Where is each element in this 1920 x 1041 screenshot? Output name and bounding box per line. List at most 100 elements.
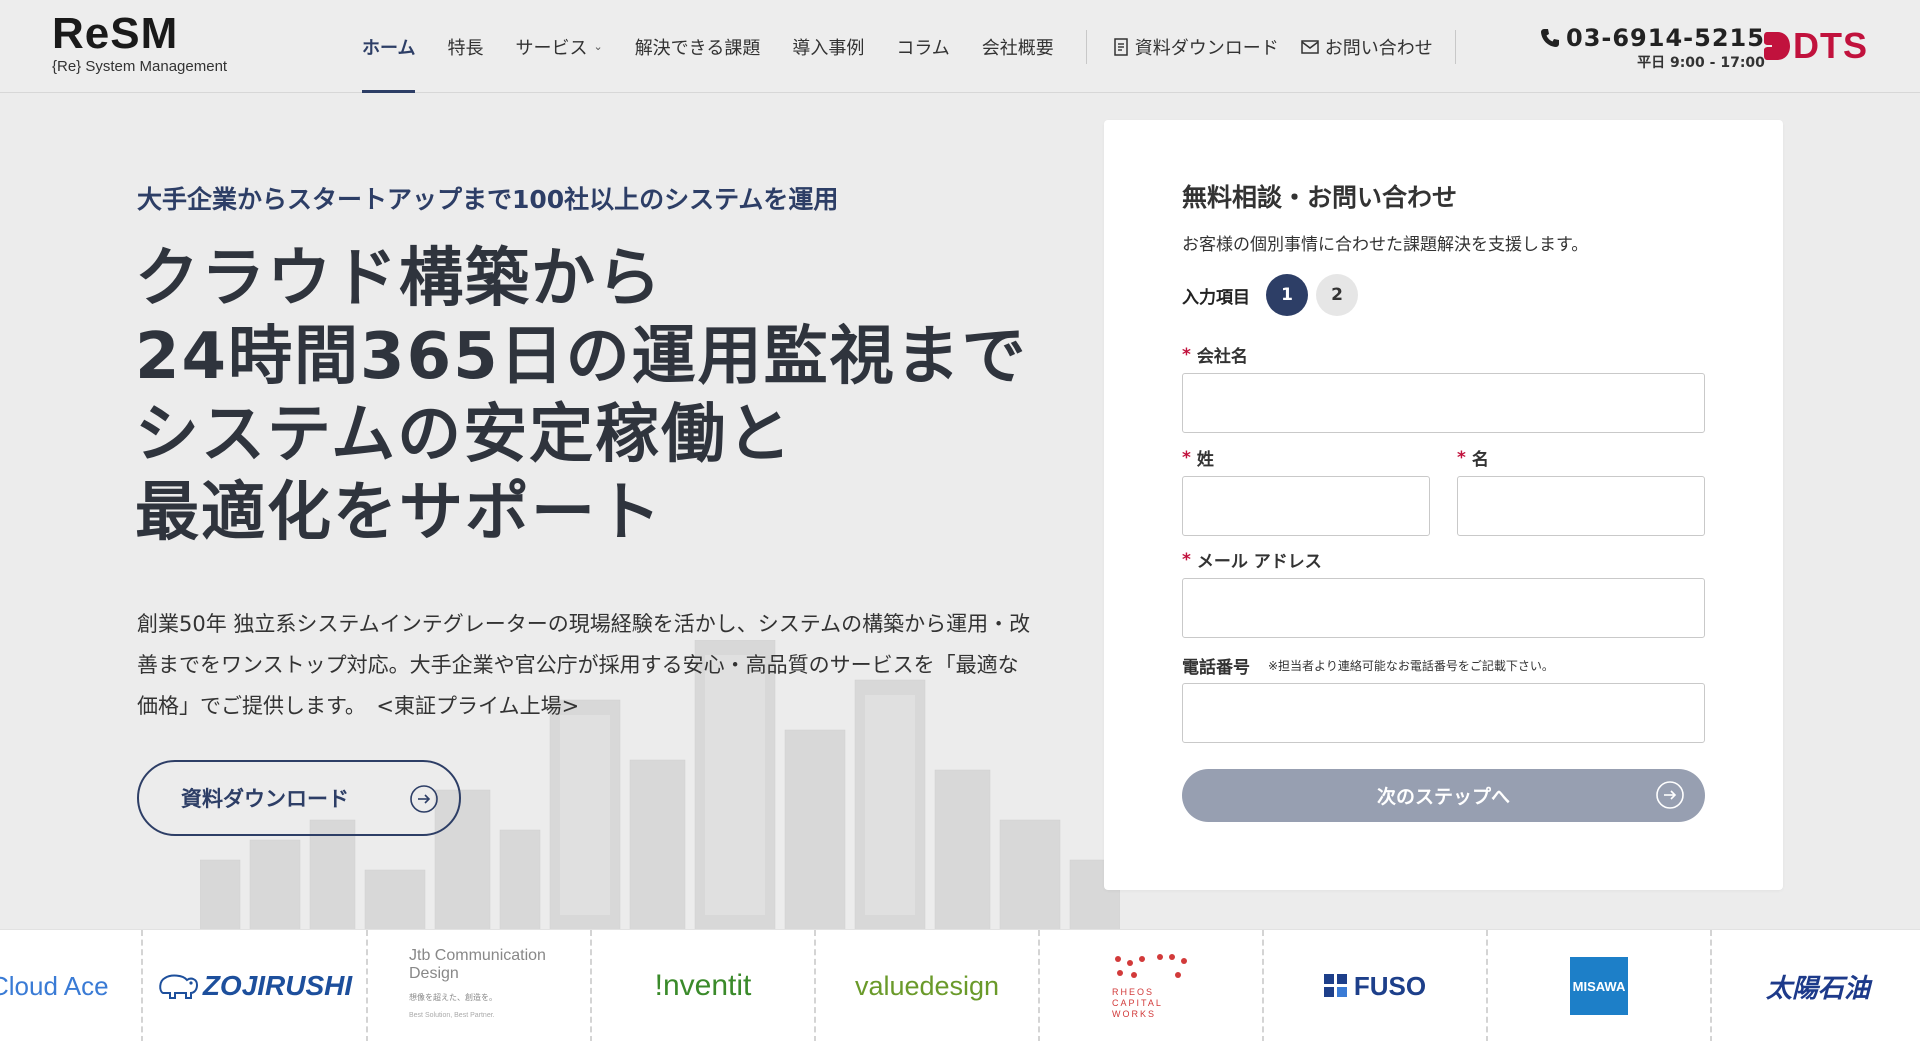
nav-label: 解決できる課題 [634, 37, 761, 59]
hero-eyebrow: 大手企業からスタートアップまで100社以上のシステムを運用 [137, 185, 839, 214]
client-tagline: Best Solution, Best Partner. [409, 1012, 495, 1019]
phone-number-text: 03-6914-5215 [1566, 24, 1765, 52]
dts-logo[interactable]: DTS [1763, 28, 1868, 64]
logo-tagline: {Re} System Management [52, 58, 228, 75]
headline-line: クラウド構築から [135, 242, 663, 316]
logo-wordmark: ReSM [52, 9, 179, 58]
headline-line: 最適化をサポート [135, 476, 663, 550]
nav-label: サービス [515, 37, 588, 59]
client-logo-taiyo-oil: 太陽石油 [1712, 930, 1920, 1041]
form-step-indicator: 入力項目 1 2 [1182, 274, 1366, 316]
last-name-input[interactable] [1182, 476, 1430, 536]
client-name: MISAWA [1572, 978, 1626, 994]
fuso-mark-icon [1323, 974, 1347, 997]
required-mark: * [1182, 447, 1191, 468]
arrow-circle-right-icon [1656, 781, 1684, 809]
resm-logo[interactable]: ReSM {Re} System Management [52, 9, 228, 76]
client-name: RHEOS CAPITAL WORKS [1112, 986, 1163, 1019]
step-2: 2 [1316, 274, 1358, 316]
hero-headline: クラウド構築から 24時間365日の運用監視まで システムの安定稼働と 最適化を… [135, 240, 1028, 552]
hero-description: 創業50年 独立系システムインテグレーターの現場経験を活かし、システムの構築から… [137, 612, 1031, 718]
nav-label: 導入事例 [792, 37, 865, 59]
document-icon [1114, 37, 1128, 56]
form-lead: お客様の個別事情に合わせた課題解決を支援します。 [1182, 235, 1589, 255]
company-input[interactable] [1182, 373, 1705, 433]
dts-wordmark: DTS [1793, 25, 1868, 66]
dts-mark-icon [1764, 32, 1790, 60]
label-text: 名 [1471, 450, 1489, 470]
elephant-logo-icon [159, 974, 198, 999]
steps-label: 入力項目 [1182, 287, 1250, 308]
nav-label: コラム [896, 37, 950, 59]
mail-icon [1301, 39, 1319, 54]
nav-item-case-studies[interactable]: 導入事例 [792, 0, 864, 93]
email-input[interactable] [1182, 578, 1705, 638]
contact-form-card: 無料相談・お問い合わせ お客様の個別事情に合わせた課題解決を支援します。 入力項… [1104, 120, 1783, 890]
arrow-circle-right-icon [410, 785, 438, 813]
label-text: 電話番号 [1182, 658, 1250, 678]
nav-item-features[interactable]: 特長 [447, 0, 483, 93]
contact-link-label: お問い合わせ [1324, 37, 1433, 59]
client-logo-cloudace: Cloud Ace [0, 930, 143, 1041]
nav-label: 特長 [447, 37, 484, 59]
first-name-input[interactable] [1457, 476, 1705, 536]
nav-divider [1454, 29, 1456, 64]
headline-line: システムの安定稼働と [135, 398, 794, 472]
client-logo-inventit: !nventit [592, 930, 816, 1041]
phone-number: 03-6914-5215 [1540, 24, 1765, 52]
download-cta-label: 資料ダウンロード [181, 787, 349, 811]
email-field-label: * メール アドレス [1182, 547, 1322, 573]
last-name-field-label: * 姓 [1182, 445, 1214, 471]
next-step-label: 次のステップへ [1376, 787, 1510, 808]
client-logo-carousel: Cloud Ace ZOJIRUSHI Jtb Communication De… [0, 929, 1920, 1041]
main-nav: ホーム 特長 サービス ⌄ 解決できる課題 導入事例 コラム 会社概要 資料ダウン… [362, 0, 1482, 93]
next-step-button[interactable]: 次のステップへ [1182, 769, 1705, 822]
nav-label: ホーム [362, 37, 416, 59]
client-logo-jtb-communication-design: Jtb Communication Design 想像を超えた、創造を。 Bes… [368, 930, 592, 1041]
client-name: 太陽石油 [1765, 973, 1870, 1004]
chevron-down-icon: ⌄ [593, 40, 603, 53]
client-logo-zojirushi: ZOJIRUSHI [143, 930, 368, 1041]
client-logo-valuedesign: valuedesign [816, 930, 1040, 1041]
nav-item-company[interactable]: 会社概要 [982, 0, 1054, 93]
phone-field-label: 電話番号 ※担当者より連絡可能なお電話番号をご記載下さい。 [1182, 653, 1554, 678]
site-header: ReSM {Re} System Management ホーム 特長 サービス ⌄… [0, 0, 1920, 93]
phone-field-note: ※担当者より連絡可能なお電話番号をご記載下さい。 [1268, 659, 1554, 673]
label-text: 姓 [1196, 450, 1214, 470]
client-name: ZOJIRUSHI [202, 970, 353, 1001]
nav-item-services[interactable]: サービス ⌄ [515, 0, 602, 93]
client-logo-fuso: FUSO [1264, 930, 1488, 1041]
client-tagline: 想像を超えた、創造を。 [409, 993, 497, 1002]
label-text: 会社名 [1196, 347, 1248, 367]
rheos-dots-icon [1115, 953, 1187, 978]
contact-link[interactable]: お問い合わせ [1301, 34, 1433, 60]
client-name: !nventit [654, 969, 752, 1002]
client-logo-misawa: MISAWA [1488, 930, 1712, 1041]
phone-icon [1541, 29, 1559, 47]
phone-hours: 平日 9:00 - 17:00 [1637, 55, 1765, 71]
nav-item-home[interactable]: ホーム [362, 0, 416, 93]
required-mark: * [1457, 447, 1466, 468]
form-title: 無料相談・お問い合わせ [1182, 183, 1458, 212]
nav-item-solvable-issues[interactable]: 解決できる課題 [635, 0, 761, 93]
client-logo-rheos-capital-works: RHEOS CAPITAL WORKS [1040, 930, 1264, 1041]
nav-label: 会社概要 [981, 37, 1054, 59]
required-mark: * [1182, 549, 1191, 570]
phone-contact[interactable]: 03-6914-5215 平日 9:00 - 17:00 [1540, 24, 1765, 72]
phone-input[interactable] [1182, 683, 1705, 743]
client-name: Jtb Communication Design [409, 947, 546, 982]
label-text: メール アドレス [1196, 552, 1322, 572]
download-link-label: 資料ダウンロード [1134, 37, 1279, 59]
client-name: FUSO [1353, 970, 1427, 1001]
headline-line: 24時間365日の運用監視まで [135, 320, 1028, 394]
download-link[interactable]: 資料ダウンロード [1113, 34, 1279, 60]
client-name: valuedesign [854, 970, 1000, 1001]
nav-item-column[interactable]: コラム [896, 0, 949, 93]
company-field-label: * 会社名 [1182, 342, 1248, 368]
first-name-field-label: * 名 [1457, 445, 1489, 471]
client-name: Cloud Ace [0, 970, 109, 1001]
download-cta-button[interactable]: 資料ダウンロード [137, 760, 461, 836]
step-1: 1 [1266, 274, 1308, 316]
required-mark: * [1182, 344, 1191, 365]
nav-divider [1085, 29, 1087, 64]
